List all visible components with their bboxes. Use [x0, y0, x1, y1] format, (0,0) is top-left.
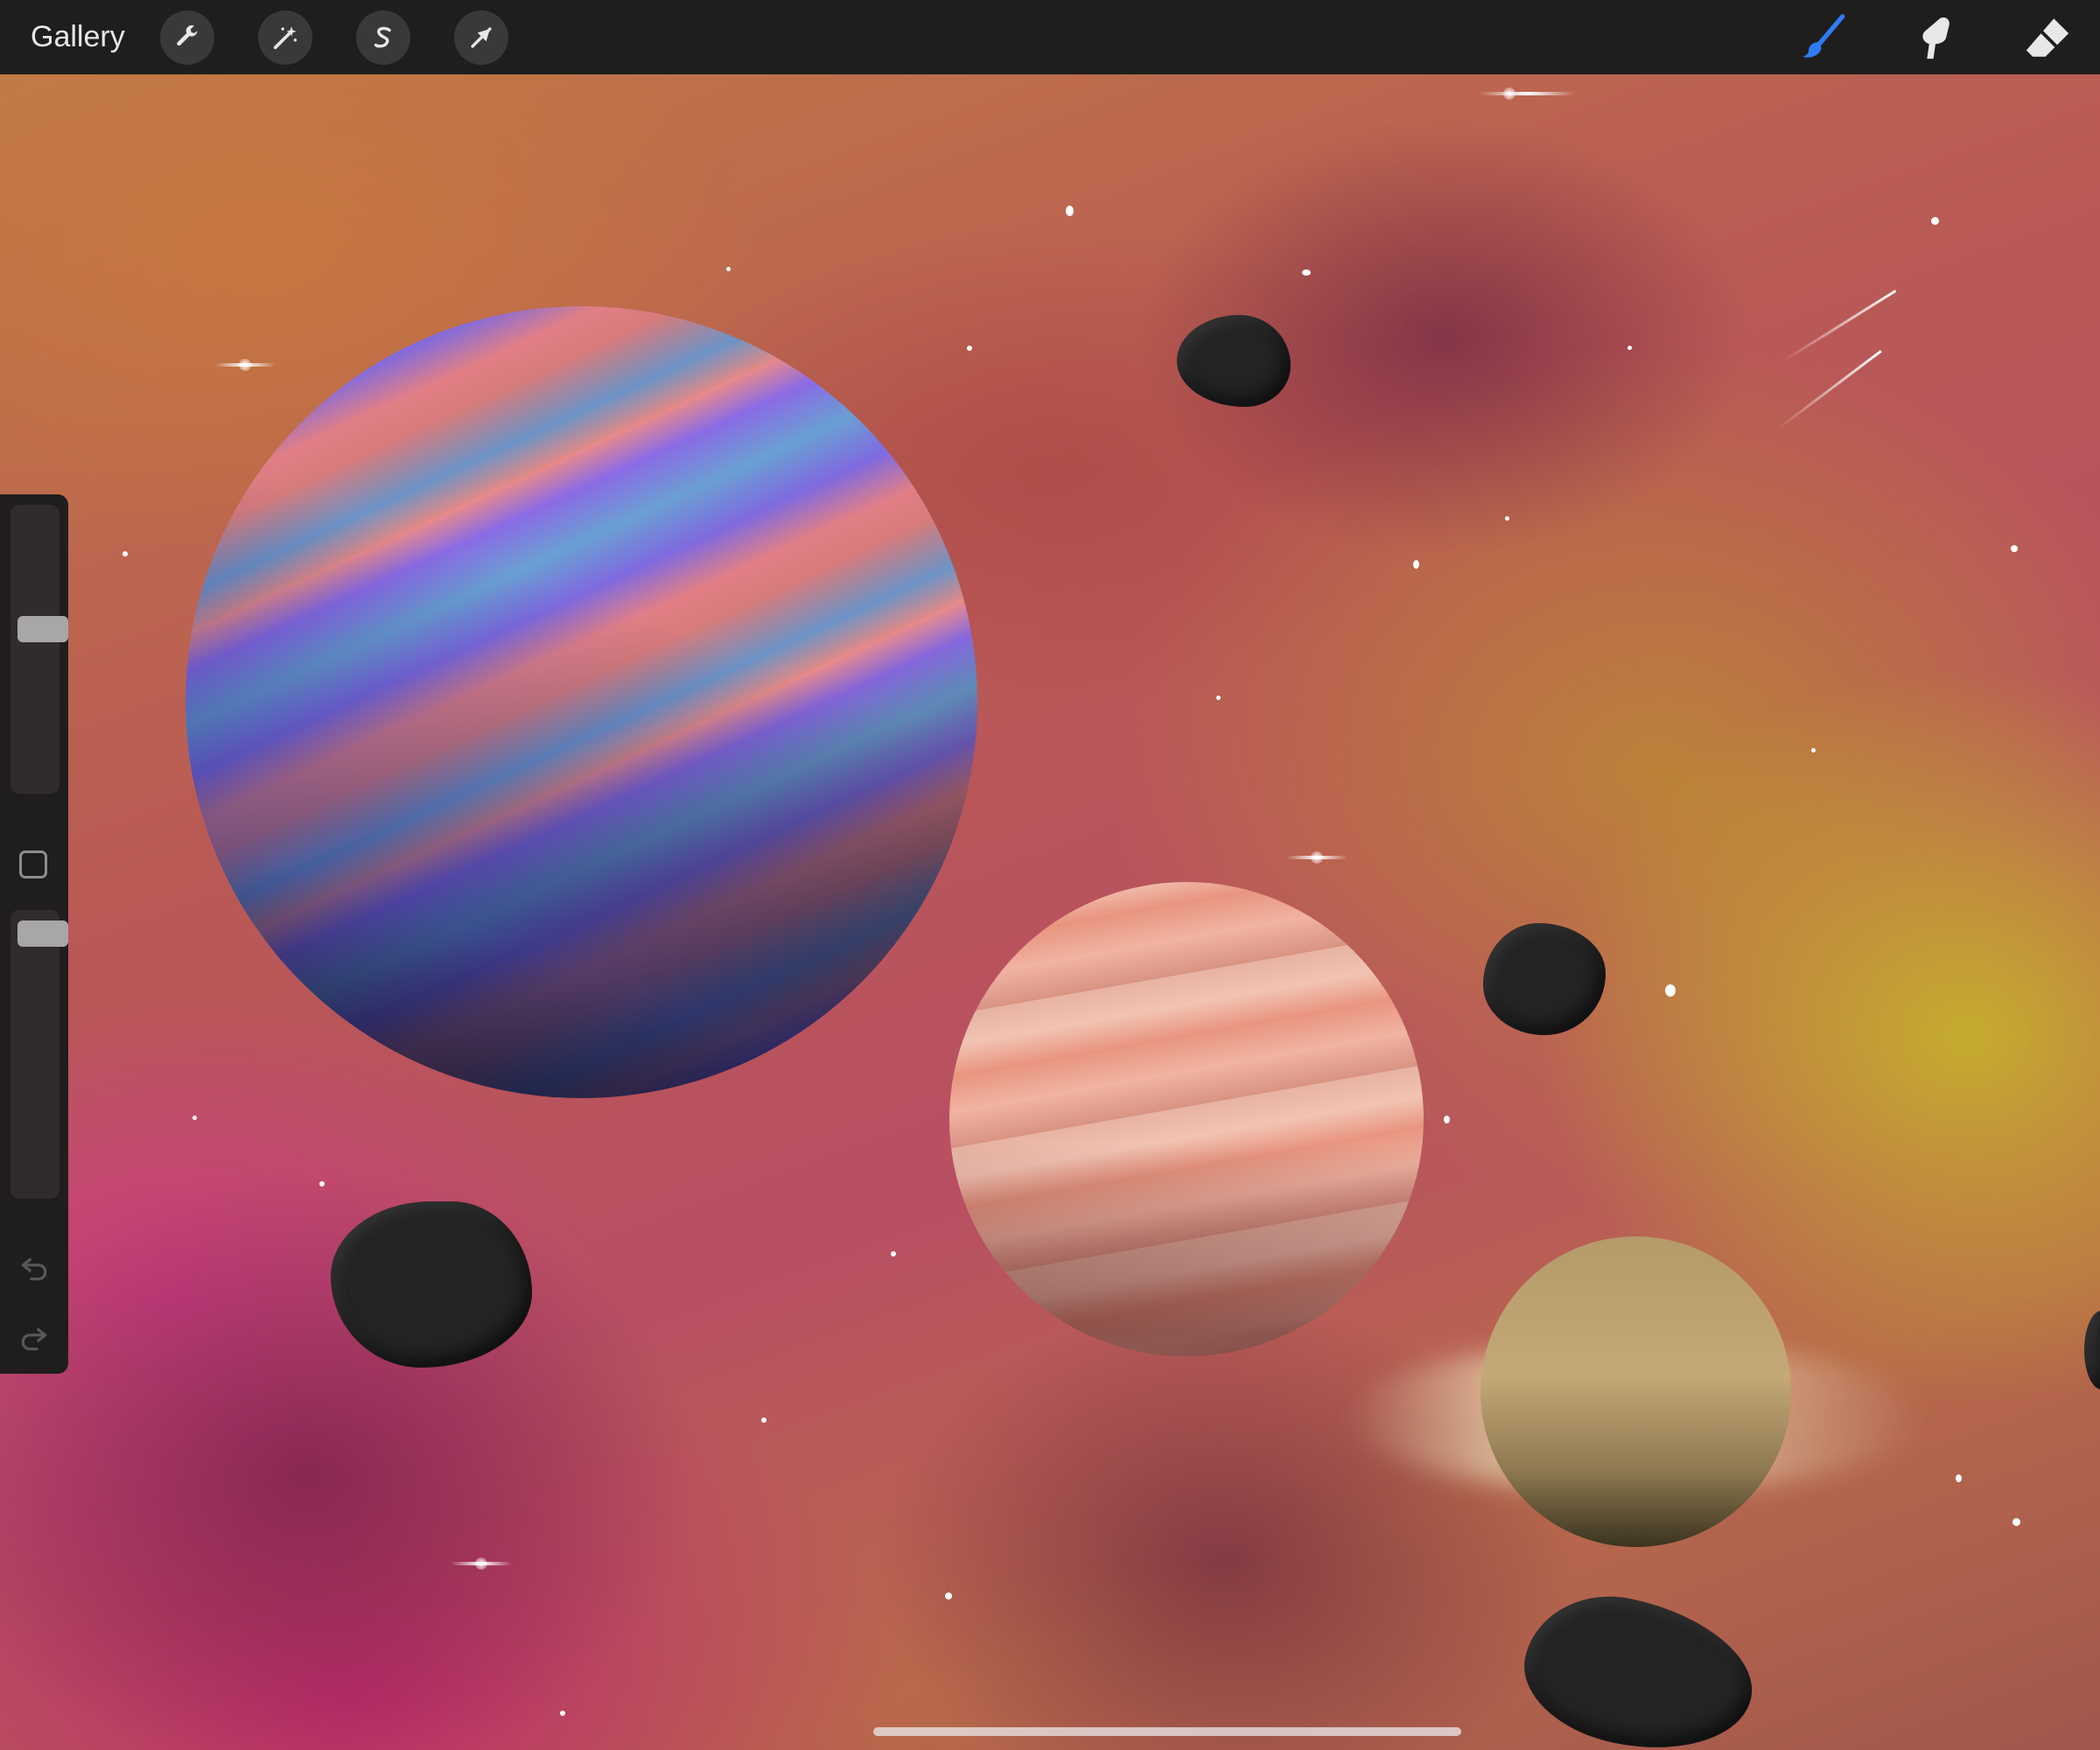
star-flare [451, 1558, 512, 1570]
undo-arrow-icon[interactable] [18, 1251, 51, 1284]
star [2011, 545, 2018, 552]
modify-button[interactable] [19, 850, 47, 878]
top-toolbar: Gallery [0, 0, 2100, 74]
star [2012, 1518, 2020, 1526]
star [1413, 560, 1419, 569]
left-sidebar [0, 494, 68, 1374]
selection-s-icon [374, 26, 391, 47]
home-indicator[interactable] [873, 1727, 1461, 1736]
star [1216, 696, 1221, 700]
star [1956, 1474, 1962, 1482]
adjustments-button[interactable] [257, 10, 312, 65]
star [1302, 270, 1311, 276]
star [1066, 206, 1074, 216]
asteroid [1483, 923, 1606, 1035]
star [761, 1418, 766, 1423]
star [891, 1251, 896, 1256]
painting-tools [1742, 0, 2078, 74]
planet-medium [949, 882, 1424, 1356]
asteroid [331, 1201, 532, 1368]
star [192, 1116, 197, 1120]
redo-arrow-icon[interactable] [18, 1321, 51, 1354]
brush-tool-button[interactable] [1793, 7, 1854, 68]
star [1665, 984, 1676, 997]
opacity-slider-handle[interactable] [18, 920, 68, 947]
shooting-star [1775, 350, 1882, 431]
star-flare [1286, 851, 1348, 864]
opacity-slider[interactable] [10, 910, 68, 1199]
gallery-button[interactable]: Gallery [31, 20, 125, 54]
star [967, 346, 972, 351]
wrench-icon [176, 24, 198, 46]
brush-size-slider[interactable] [10, 505, 68, 794]
brush-icon [1802, 13, 1845, 58]
star [1505, 516, 1509, 521]
star-flare [1479, 88, 1575, 100]
smudge-finger-icon [1922, 17, 1950, 59]
star [945, 1592, 952, 1600]
star [122, 551, 128, 556]
asteroid [2084, 1311, 2100, 1390]
star [1931, 217, 1939, 225]
selection-button[interactable] [355, 10, 410, 65]
planet-large [186, 306, 977, 1098]
star [726, 267, 731, 271]
star [1811, 748, 1816, 752]
star [319, 1181, 325, 1186]
planet-small [1480, 1236, 1791, 1547]
star-flare [214, 359, 276, 371]
transform-button[interactable] [453, 10, 508, 65]
star [560, 1711, 565, 1716]
star [1628, 346, 1632, 350]
smudge-tool-button[interactable] [1905, 7, 1966, 68]
brush-size-slider-handle[interactable] [18, 615, 68, 642]
eraser-icon [2026, 18, 2069, 57]
magic-wand-icon [273, 25, 297, 49]
actions-button[interactable] [159, 10, 214, 65]
drawing-canvas[interactable] [0, 74, 2100, 1750]
eraser-tool-button[interactable] [2017, 7, 2078, 68]
star [1444, 1116, 1450, 1124]
arrow-cursor-icon [471, 26, 492, 48]
